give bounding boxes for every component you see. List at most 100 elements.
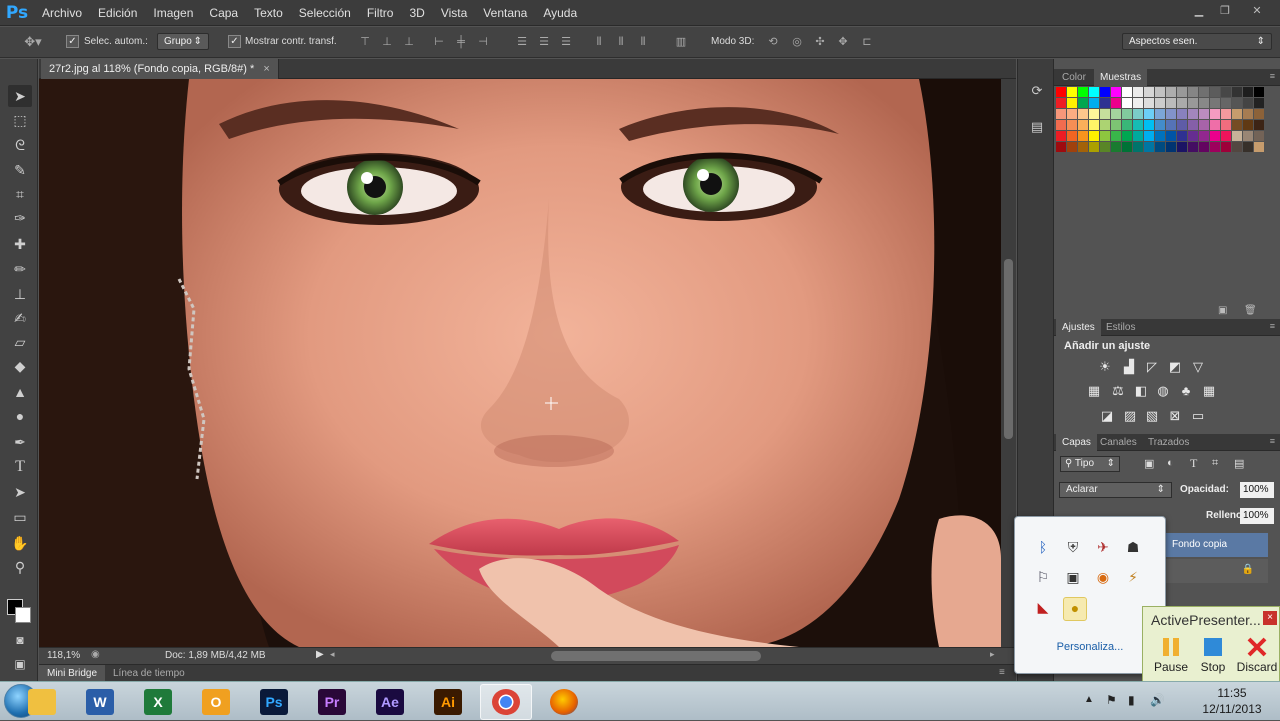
color-swatch[interactable] (1122, 120, 1132, 130)
color-swatch[interactable] (1221, 87, 1231, 97)
color-swatch[interactable] (1111, 120, 1121, 130)
color-swatch[interactable] (1144, 131, 1154, 141)
color-swatch[interactable] (1254, 131, 1264, 141)
color-swatch[interactable] (1111, 109, 1121, 119)
tab-mini-bridge[interactable]: Mini Bridge (39, 665, 106, 682)
taskbar-chrome-button[interactable] (480, 684, 532, 720)
threshold-icon[interactable]: ▧ (1143, 408, 1161, 424)
filter-smart-object-icon[interactable]: ▤ (1234, 457, 1244, 470)
auto-select-checkbox[interactable]: ✓ (66, 35, 79, 48)
opacity-field[interactable]: 100% (1240, 482, 1274, 498)
menu-seleccion[interactable]: Selección (291, 0, 359, 26)
acrobat-icon[interactable]: ◣ (1033, 597, 1053, 617)
align-right-icon[interactable]: ⊣ (476, 35, 490, 49)
taskbar-after-effects-button[interactable]: Ae (364, 684, 416, 720)
color-swatch[interactable] (1243, 120, 1253, 130)
color-swatch[interactable] (1089, 142, 1099, 152)
filter-type-icon[interactable]: T (1190, 456, 1197, 471)
color-swatch[interactable] (1056, 120, 1066, 130)
color-swatch[interactable] (1089, 87, 1099, 97)
document-tab[interactable]: 27r2.jpg al 118% (Fondo copia, RGB/8#) *… (41, 59, 279, 79)
brush-tool-icon[interactable]: ✏ (8, 258, 32, 280)
align-vcenter-icon[interactable]: ⊥ (380, 35, 394, 49)
taskbar-excel-button[interactable]: X (132, 684, 184, 720)
pen-tool-icon[interactable]: ✒ (8, 431, 32, 453)
color-swatch[interactable] (1221, 142, 1231, 152)
distribute-right-icon[interactable]: ⦀ (636, 35, 650, 49)
color-swatch[interactable] (1188, 120, 1198, 130)
network-app-icon[interactable]: ✈ (1093, 537, 1113, 557)
action-center-flag-icon[interactable]: ⚐ (1033, 567, 1053, 587)
menu-edicion[interactable]: Edición (90, 0, 145, 26)
sticky-icon[interactable]: ● (1063, 597, 1087, 621)
filter-shape-icon[interactable]: ⌗ (1212, 457, 1218, 470)
color-swatch[interactable] (1078, 142, 1088, 152)
color-swatch[interactable] (1089, 109, 1099, 119)
delete-swatch-icon[interactable]: 🗑 (1244, 305, 1257, 316)
color-swatch[interactable] (1067, 142, 1077, 152)
color-swatch[interactable] (1199, 98, 1209, 108)
show-transform-checkbox[interactable]: ✓ (228, 35, 241, 48)
color-swatch[interactable] (1111, 87, 1121, 97)
history-brush-tool-icon[interactable]: ✍ (8, 307, 32, 329)
tab-color[interactable]: Color (1056, 69, 1092, 86)
color-swatch[interactable] (1254, 109, 1264, 119)
color-swatch[interactable] (1166, 87, 1176, 97)
color-swatch[interactable] (1100, 87, 1110, 97)
posterize-icon[interactable]: ▨ (1121, 408, 1139, 424)
action-center-icon[interactable]: ⚑ (1106, 693, 1117, 707)
color-swatch[interactable] (1254, 120, 1264, 130)
color-swatch[interactable] (1166, 98, 1176, 108)
network-icon[interactable]: ▮ (1128, 693, 1135, 707)
color-swatch[interactable] (1100, 120, 1110, 130)
align-top-icon[interactable]: ⊤ (358, 35, 372, 49)
color-swatch[interactable] (1089, 120, 1099, 130)
clock[interactable]: 11:35 12/11/2013 (1196, 685, 1268, 717)
taskbar-premiere-button[interactable]: Pr (306, 684, 358, 720)
color-swatch[interactable] (1144, 98, 1154, 108)
panel-menu-icon[interactable]: ≡ (999, 667, 1005, 678)
crop-tool-icon[interactable]: ⌗ (8, 183, 32, 205)
gradient-map-icon[interactable]: ▭ (1189, 408, 1207, 424)
color-swatch[interactable] (1166, 131, 1176, 141)
stop-button[interactable]: Stop (1191, 637, 1235, 674)
color-swatch[interactable] (1122, 87, 1132, 97)
zoom-tool-icon[interactable]: ⚲ (8, 556, 32, 578)
filter-pixel-icon[interactable]: ▣ (1144, 457, 1154, 470)
blend-mode-dropdown[interactable]: Aclarar ⇕ (1059, 482, 1172, 498)
taskbar-outlook-button[interactable]: O (190, 684, 242, 720)
color-swatch[interactable] (1199, 87, 1209, 97)
color-swatch[interactable] (1210, 98, 1220, 108)
color-swatch[interactable] (1078, 87, 1088, 97)
align-hcenter-icon[interactable]: ╪ (454, 35, 468, 49)
color-swatch[interactable] (1056, 142, 1066, 152)
color-swatch[interactable] (1089, 98, 1099, 108)
color-swatch[interactable] (1210, 131, 1220, 141)
vibrance-icon[interactable]: ▽ (1189, 359, 1207, 375)
menu-imagen[interactable]: Imagen (145, 0, 201, 26)
tab-channels[interactable]: Canales (1094, 434, 1143, 451)
color-swatch[interactable] (1188, 87, 1198, 97)
scroll-left-icon[interactable]: ◂ (330, 649, 335, 660)
document-canvas[interactable] (39, 79, 1001, 647)
panel-menu-icon[interactable]: ≡ (1270, 321, 1275, 331)
marquee-tool-icon[interactable]: ⬚ (8, 109, 32, 131)
color-swatch[interactable] (1133, 87, 1143, 97)
device-icon[interactable]: ☗ (1123, 537, 1143, 557)
auto-align-icon[interactable]: ▥ (674, 35, 688, 49)
color-swatch[interactable] (1210, 109, 1220, 119)
power-icon[interactable]: ⚡ (1123, 567, 1143, 587)
auto-select-dropdown[interactable]: Grupo ⇕ (157, 33, 209, 50)
update-icon[interactable]: ◉ (1093, 567, 1113, 587)
color-swatch[interactable] (1177, 87, 1187, 97)
display-icon[interactable]: ▣ (1063, 567, 1083, 587)
scroll-right-icon[interactable]: ▸ (990, 649, 995, 660)
taskbar-explorer-button[interactable] (16, 684, 68, 720)
blur-tool-icon[interactable]: ▲ (8, 381, 32, 403)
dodge-tool-icon[interactable]: ● (8, 405, 32, 427)
color-swatch[interactable] (1155, 120, 1165, 130)
color-swatch[interactable] (1221, 131, 1231, 141)
status-options-icon[interactable]: ◉ (91, 649, 100, 660)
photo-filter-icon[interactable]: ◍ (1154, 383, 1172, 399)
color-swatch[interactable] (1188, 109, 1198, 119)
